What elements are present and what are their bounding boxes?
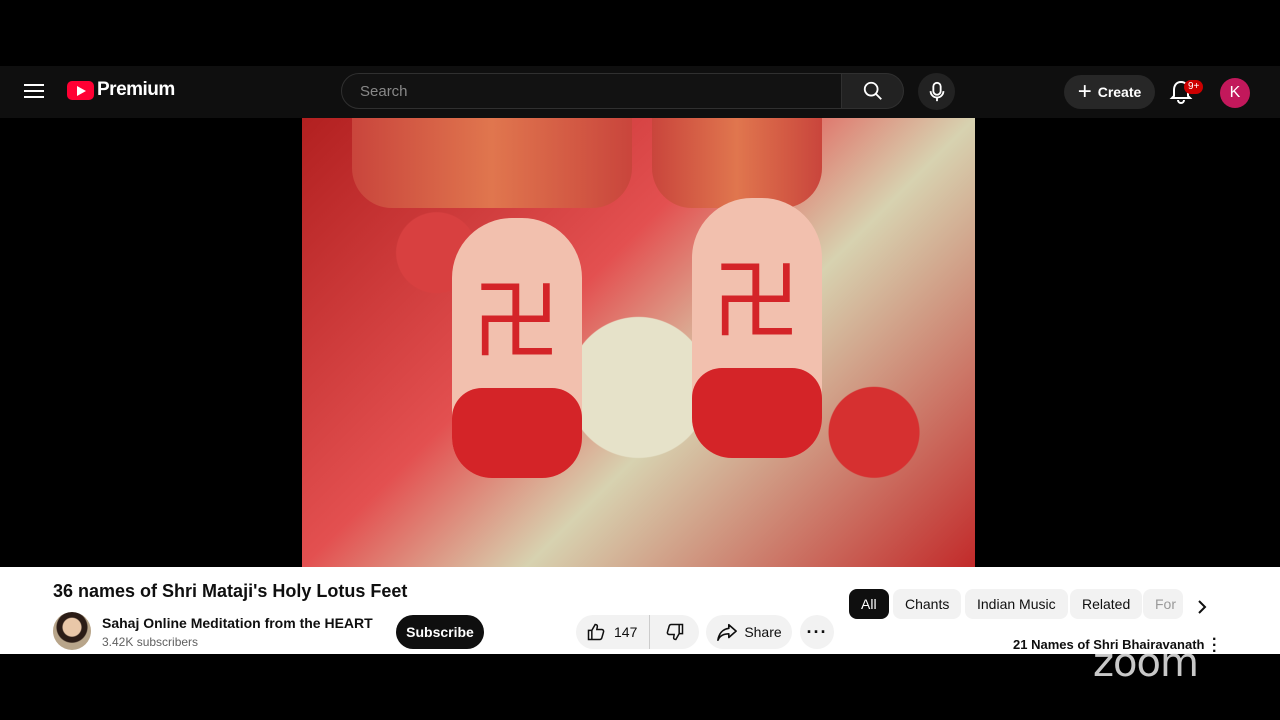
account-avatar[interactable]: K <box>1220 78 1250 108</box>
search-icon <box>863 81 882 100</box>
chip-indian-music[interactable]: Indian Music <box>965 589 1068 619</box>
left-foot: 卍 <box>452 218 582 478</box>
youtube-premium-logo[interactable]: Premium <box>67 79 175 101</box>
chips-next-button[interactable] <box>1192 597 1212 617</box>
search-box <box>341 73 842 109</box>
top-bar: Premium + Create K <box>0 66 1280 118</box>
chevron-right-icon <box>1198 600 1207 614</box>
video-info-panel: 36 names of Shri Mataji's Holy Lotus Fee… <box>0 567 1280 660</box>
chip-chants[interactable]: Chants <box>893 589 962 619</box>
play-logo-icon <box>67 80 94 100</box>
thumbs-up-icon <box>587 623 605 641</box>
share-button[interactable]: Share <box>706 615 792 649</box>
more-vertical-icon[interactable]: · · · <box>1212 632 1217 660</box>
create-button[interactable]: + Create <box>1064 75 1155 109</box>
share-icon <box>717 623 738 641</box>
notification-badge: 9+ <box>1184 80 1204 94</box>
thumbs-down-icon <box>666 623 683 641</box>
chip-all[interactable]: All <box>849 589 889 619</box>
plus-icon: + <box>1077 78 1092 105</box>
video-title: 36 names of Shri Mataji's Holy Lotus Fee… <box>53 581 408 601</box>
chip-for[interactable]: For <box>1143 589 1183 619</box>
channel-avatar[interactable] <box>53 612 91 650</box>
more-horizontal-icon: ··· <box>806 621 828 642</box>
share-label: Share <box>744 624 782 640</box>
right-foot: 卍 <box>692 198 822 458</box>
subscribe-button[interactable]: Subscribe <box>396 615 484 649</box>
subscriber-count: 3.42K subscribers <box>102 635 199 649</box>
video-player[interactable]: 卍 卍 <box>302 118 975 567</box>
search-input[interactable] <box>358 81 841 101</box>
like-count: 147 <box>614 624 638 640</box>
channel-name[interactable]: Sahaj Online Meditation from the HEART <box>102 615 373 631</box>
zoom-watermark: zoom <box>1093 640 1199 686</box>
create-label: Create <box>1097 84 1142 100</box>
voice-search-button[interactable] <box>918 73 955 110</box>
search-button[interactable] <box>842 73 904 109</box>
dislike-button[interactable] <box>650 615 699 649</box>
sari-hem-right <box>652 118 822 208</box>
sari-hem-left <box>352 118 632 208</box>
chip-related[interactable]: Related <box>1070 589 1143 619</box>
menu-icon[interactable] <box>22 80 46 104</box>
like-dislike-group: 147 <box>576 615 699 649</box>
more-actions-button[interactable]: ··· <box>800 615 834 649</box>
like-button[interactable]: 147 <box>576 615 650 649</box>
microphone-icon <box>929 81 944 101</box>
logo-text: Premium <box>97 79 175 100</box>
